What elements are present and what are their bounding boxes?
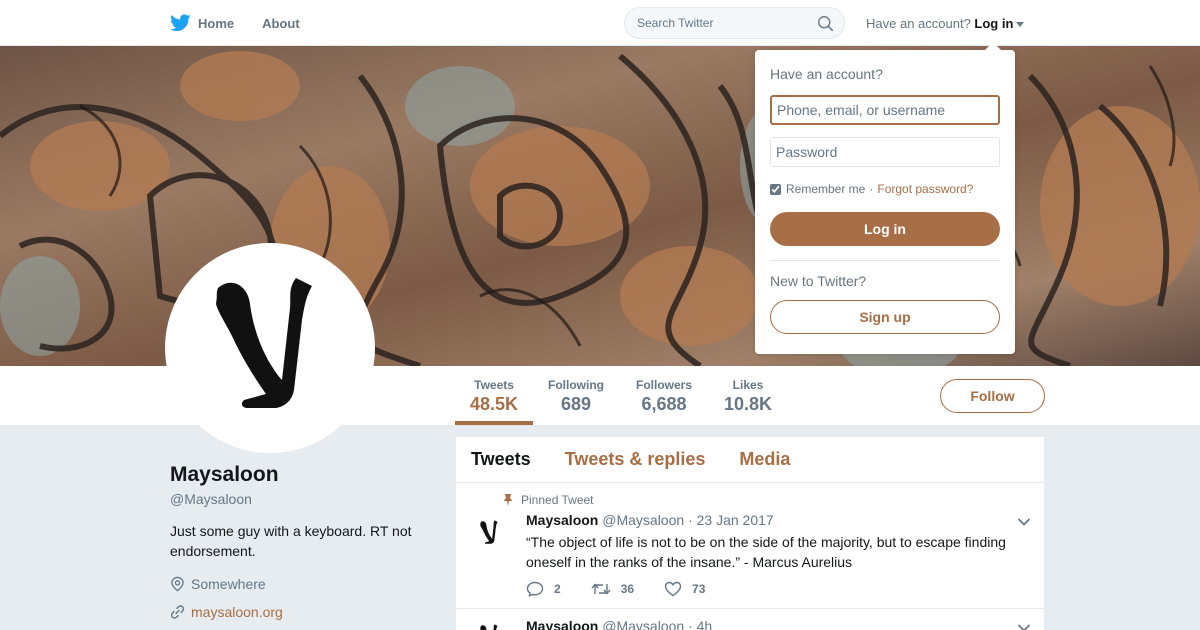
- profile-location: Somewhere: [170, 576, 266, 592]
- tweet-author-handle[interactable]: @Maysaloon: [602, 512, 684, 528]
- lam-alef-logo-icon: [480, 624, 498, 630]
- profile-website: maysaloon.org: [170, 604, 283, 620]
- tab-tweets-replies[interactable]: Tweets & replies: [565, 449, 706, 470]
- remember-row: Remember me · Forgot password?: [770, 182, 973, 196]
- heart-icon: [664, 581, 682, 597]
- website-link[interactable]: maysaloon.org: [191, 604, 283, 620]
- remember-me-label[interactable]: Remember me: [786, 182, 865, 196]
- lam-alef-logo-icon: [480, 520, 498, 544]
- tweet-author-name[interactable]: Maysaloon: [526, 618, 598, 630]
- login-dropdown: Have an account? Remember me · Forgot pa…: [755, 42, 1015, 354]
- location-text: Somewhere: [191, 576, 266, 592]
- tweet-header: Maysaloon @Maysaloon · 23 Jan 2017: [526, 512, 774, 528]
- location-pin-icon: [171, 576, 184, 592]
- stat-value: 48.5K: [470, 394, 519, 414]
- profile-bio: Just some guy with a keyboard. RT not en…: [170, 523, 412, 559]
- search-icon[interactable]: [817, 15, 834, 32]
- tweet-avatar[interactable]: [472, 515, 508, 551]
- follow-button[interactable]: Follow: [940, 379, 1045, 413]
- reply-icon: [526, 581, 544, 597]
- login-dropdown-title: Have an account?: [770, 66, 883, 82]
- forgot-password-link[interactable]: Forgot password?: [877, 182, 973, 196]
- chevron-down-icon[interactable]: [1017, 517, 1031, 527]
- login-dropdown-toggle[interactable]: Log in: [974, 16, 1013, 31]
- nav-home[interactable]: Home: [170, 14, 234, 32]
- tweet-avatar[interactable]: [472, 619, 508, 630]
- retweet-icon: [591, 583, 611, 595]
- tweet-actions: 2 36 73: [526, 581, 735, 597]
- tweet-author-handle[interactable]: @Maysaloon: [602, 618, 684, 630]
- tweet-date[interactable]: · 4h: [688, 618, 712, 630]
- login-menu: Have an account? Log in: [866, 16, 1025, 31]
- chevron-down-icon[interactable]: [1017, 623, 1031, 630]
- new-to-twitter-text: New to Twitter?: [770, 273, 867, 289]
- reply-action[interactable]: 2: [526, 581, 561, 597]
- nav-about[interactable]: About: [262, 16, 300, 31]
- like-count: 73: [692, 582, 706, 596]
- tweet-header: Maysaloon @Maysaloon · 4h: [526, 618, 712, 630]
- stat-label: Tweets: [474, 378, 514, 392]
- nav-home-label: Home: [198, 15, 235, 31]
- retweet-action[interactable]: 36: [591, 581, 634, 597]
- pinned-label: Pinned Tweet: [503, 493, 594, 507]
- pinned-text: Pinned Tweet: [521, 493, 594, 507]
- stat-label: Followers: [636, 378, 693, 392]
- timeline: Tweets Tweets & replies Media Pinned Twe…: [456, 437, 1044, 630]
- timeline-tabs: Tweets Tweets & replies Media: [456, 437, 1044, 483]
- profile-name[interactable]: Maysaloon: [170, 463, 279, 487]
- stat-tweets[interactable]: Tweets 48.5K: [470, 378, 518, 415]
- stat-followers[interactable]: Followers 6,688: [636, 378, 692, 415]
- twitter-bird-icon: [170, 14, 191, 32]
- lam-alef-logo-icon: [216, 278, 312, 408]
- profile-handle[interactable]: @Maysaloon: [170, 491, 252, 507]
- tab-tweets[interactable]: Tweets: [471, 449, 531, 470]
- tweet-date[interactable]: · 23 Jan 2017: [688, 512, 774, 528]
- stat-likes[interactable]: Likes 10.8K: [724, 378, 772, 415]
- like-action[interactable]: 73: [664, 581, 705, 597]
- top-navigation: Home About Have an account? Log in: [0, 0, 1200, 46]
- remember-me-checkbox[interactable]: [770, 183, 781, 195]
- caret-down-icon[interactable]: [1016, 22, 1025, 28]
- search-input[interactable]: [625, 8, 805, 38]
- tweet-author-name[interactable]: Maysaloon: [526, 512, 598, 528]
- link-icon: [170, 605, 185, 619]
- pin-icon: [503, 494, 513, 506]
- nav-left: Home About: [170, 0, 328, 46]
- nav-about-label: About: [262, 15, 300, 31]
- stat-following[interactable]: Following 689: [548, 378, 604, 415]
- stat-value: 689: [560, 394, 592, 414]
- active-stat-underline: [455, 421, 533, 425]
- login-button[interactable]: Log in: [770, 212, 1000, 246]
- reply-count: 2: [554, 582, 561, 596]
- tweet-text: “The object of life is not to be on the …: [526, 534, 1006, 570]
- have-account-text: Have an account?: [866, 16, 971, 31]
- stat-value: 10.8K: [724, 394, 773, 414]
- password-field[interactable]: [770, 137, 1000, 167]
- stat-value: 6,688: [641, 394, 687, 414]
- tweet-item[interactable]: Maysaloon @Maysaloon · 4h: [456, 609, 1044, 630]
- signup-button[interactable]: Sign up: [770, 300, 1000, 334]
- retweet-count: 36: [620, 582, 635, 596]
- stat-label: Likes: [732, 378, 764, 392]
- profile-avatar[interactable]: [165, 243, 375, 453]
- divider: [770, 260, 1000, 261]
- tweet-item[interactable]: Pinned Tweet Maysaloon @Maysaloon · 23 J…: [456, 483, 1044, 609]
- separator-dot: ·: [869, 182, 874, 196]
- stat-label: Following: [548, 378, 604, 392]
- username-field[interactable]: [770, 95, 1000, 125]
- tab-media[interactable]: Media: [739, 449, 790, 470]
- search-box: [624, 7, 845, 39]
